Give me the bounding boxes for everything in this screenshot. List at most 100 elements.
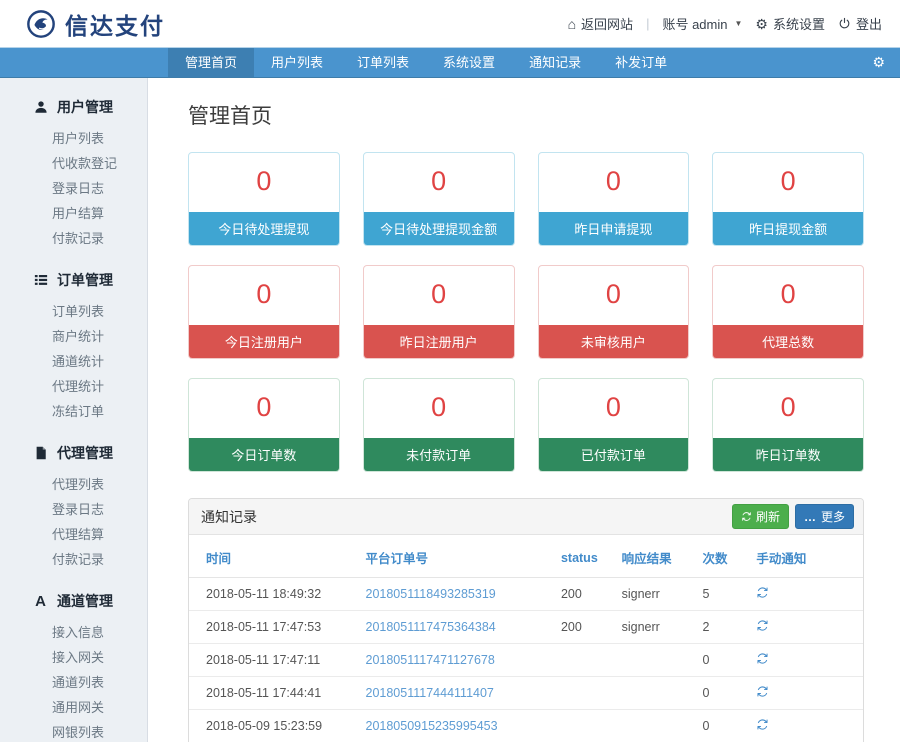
- refresh-icon[interactable]: [756, 586, 769, 599]
- stat-card-label[interactable]: 今日待处理提现金额: [364, 212, 514, 245]
- order-no-link[interactable]: 2018051117444111407: [366, 686, 494, 700]
- nav-tab[interactable]: 系统设置: [426, 48, 512, 77]
- stat-card: 0昨日申请提现: [538, 152, 690, 246]
- ellipsis-icon: …: [804, 515, 817, 519]
- logout-link[interactable]: 登出: [838, 14, 882, 33]
- main-navbar: 管理首页用户列表订单列表系统设置通知记录补发订单 ⚙: [0, 47, 900, 78]
- notifications-table: 时间平台订单号status响应结果次数手动通知 2018-05-11 18:49…: [189, 535, 863, 742]
- brand[interactable]: 信达支付: [26, 7, 165, 41]
- stat-card-label[interactable]: 已付款订单: [539, 438, 689, 471]
- refresh-icon[interactable]: [756, 685, 769, 698]
- sidebar-section-title: 订单管理: [57, 270, 113, 290]
- stat-card-label[interactable]: 今日注册用户: [189, 325, 339, 358]
- sidebar-item[interactable]: 通道列表: [0, 670, 147, 695]
- return-site-label: 返回网站: [581, 14, 633, 33]
- table-row: 2018-05-11 18:49:32201805111849328531920…: [189, 578, 863, 611]
- nav-tab[interactable]: 补发订单: [598, 48, 684, 77]
- stat-card-value: 0: [713, 266, 863, 325]
- sidebar-item[interactable]: 网银列表: [0, 720, 147, 742]
- cell-status: [553, 677, 614, 710]
- sidebar-item[interactable]: 冻结订单: [0, 399, 147, 424]
- stat-card: 0今日注册用户: [188, 265, 340, 359]
- sidebar-item[interactable]: 订单列表: [0, 299, 147, 324]
- sidebar-item[interactable]: 商户统计: [0, 324, 147, 349]
- sidebar-item[interactable]: 通道统计: [0, 349, 147, 374]
- sidebar-section-title: 用户管理: [57, 97, 113, 117]
- nav-tab[interactable]: 通知记录: [512, 48, 598, 77]
- more-button[interactable]: … 更多: [795, 504, 854, 529]
- order-no-link[interactable]: 2018051117471127678: [366, 653, 495, 667]
- order-no-link[interactable]: 2018050915235995453: [366, 719, 498, 733]
- sidebar-item[interactable]: 代理结算: [0, 522, 147, 547]
- stat-card-label[interactable]: 代理总数: [713, 325, 863, 358]
- channel-icon: A: [33, 594, 48, 609]
- refresh-icon[interactable]: [756, 652, 769, 665]
- cell-status: [553, 710, 614, 743]
- sidebar-item[interactable]: 接入信息: [0, 620, 147, 645]
- stat-card-label[interactable]: 未付款订单: [364, 438, 514, 471]
- nav-tab[interactable]: 订单列表: [340, 48, 426, 77]
- nav-tab[interactable]: 管理首页: [168, 48, 254, 77]
- orders-icon: [33, 273, 48, 288]
- cell-order-no: 2018051118493285319: [358, 578, 553, 611]
- table-row: 2018-05-11 17:44:4120180511174441114070: [189, 677, 863, 710]
- stat-card: 0今日待处理提现: [188, 152, 340, 246]
- column-header: 响应结果: [614, 535, 695, 578]
- return-site-link[interactable]: ⌂ 返回网站: [568, 14, 633, 33]
- stat-card-value: 0: [189, 379, 339, 438]
- navbar-gear-icon[interactable]: ⚙: [857, 48, 900, 77]
- sidebar-item[interactable]: 代理统计: [0, 374, 147, 399]
- sidebar-section-header[interactable]: 用户管理: [0, 88, 147, 126]
- refresh-button[interactable]: 刷新: [732, 504, 789, 529]
- cell-manual-notify: [748, 578, 863, 611]
- sidebar-section-header[interactable]: 代理管理: [0, 434, 147, 472]
- refresh-icon[interactable]: [756, 718, 769, 731]
- sidebar-section-header[interactable]: A通道管理: [0, 582, 147, 620]
- cell-time: 2018-05-11 17:47:11: [189, 644, 358, 677]
- sidebar-item[interactable]: 接入网关: [0, 645, 147, 670]
- stat-card: 0今日待处理提现金额: [363, 152, 515, 246]
- more-label: 更多: [821, 508, 845, 525]
- sidebar-item[interactable]: 登录日志: [0, 176, 147, 201]
- stat-card-label[interactable]: 昨日提现金额: [713, 212, 863, 245]
- cell-count: 2: [694, 611, 748, 644]
- caret-down-icon: ▼: [734, 19, 742, 28]
- stat-card-label[interactable]: 今日待处理提现: [189, 212, 339, 245]
- cell-time: 2018-05-09 15:23:59: [189, 710, 358, 743]
- sidebar-item[interactable]: 代收款登记: [0, 151, 147, 176]
- stat-card-label[interactable]: 昨日订单数: [713, 438, 863, 471]
- sidebar-item[interactable]: 用户结算: [0, 201, 147, 226]
- cell-order-no: 2018051117471127678: [358, 644, 553, 677]
- order-no-link[interactable]: 2018051118493285319: [366, 587, 496, 601]
- stat-card: 0昨日注册用户: [363, 265, 515, 359]
- sidebar-item[interactable]: 代理列表: [0, 472, 147, 497]
- account-dropdown[interactable]: 账号 admin ▼: [662, 14, 742, 33]
- stat-cards-grid: 0今日待处理提现0今日待处理提现金额0昨日申请提现0昨日提现金额0今日注册用户0…: [188, 152, 864, 472]
- system-settings-link[interactable]: ⚙ 系统设置: [755, 14, 825, 33]
- order-no-link[interactable]: 2018051117475364384: [366, 620, 496, 634]
- sidebar-item[interactable]: 用户列表: [0, 126, 147, 151]
- stat-card-value: 0: [189, 153, 339, 212]
- cell-result: [614, 677, 695, 710]
- sidebar-item[interactable]: 通用网关: [0, 695, 147, 720]
- gear-icon: ⚙: [755, 17, 768, 31]
- panel-actions: 刷新 … 更多: [732, 504, 854, 529]
- nav-tab[interactable]: 用户列表: [254, 48, 340, 77]
- sidebar-item[interactable]: 付款记录: [0, 547, 147, 572]
- agent-icon: [33, 446, 48, 461]
- stat-card-label[interactable]: 昨日申请提现: [539, 212, 689, 245]
- stat-card-label[interactable]: 昨日注册用户: [364, 325, 514, 358]
- cell-count: 0: [694, 710, 748, 743]
- stat-card-value: 0: [189, 266, 339, 325]
- refresh-icon[interactable]: [756, 619, 769, 632]
- stat-card-label[interactable]: 未审核用户: [539, 325, 689, 358]
- cell-time: 2018-05-11 18:49:32: [189, 578, 358, 611]
- stat-card-label[interactable]: 今日订单数: [189, 438, 339, 471]
- sidebar-section-header[interactable]: 订单管理: [0, 261, 147, 299]
- sidebar-section-title: 代理管理: [57, 443, 113, 463]
- stat-card: 0已付款订单: [538, 378, 690, 472]
- sidebar-item[interactable]: 付款记录: [0, 226, 147, 251]
- cell-result: signerr: [614, 578, 695, 611]
- sidebar-item[interactable]: 登录日志: [0, 497, 147, 522]
- power-icon: [838, 17, 851, 30]
